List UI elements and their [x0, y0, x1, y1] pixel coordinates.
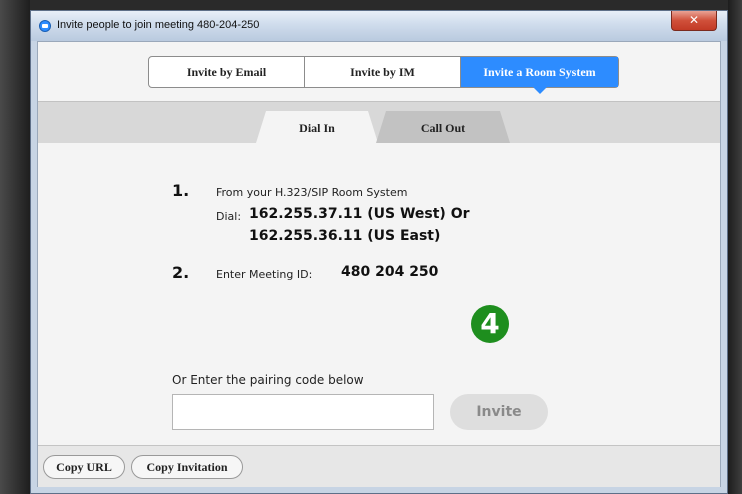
sub-tab-bar: Dial In Call Out: [38, 101, 720, 143]
step-2-text: Enter Meeting ID:: [216, 268, 313, 281]
step-2-number: 2.: [172, 263, 190, 282]
dial-number-us-east: 162.255.36.11 (US East): [249, 228, 441, 244]
zoom-app-icon: [39, 20, 51, 32]
footer-bar: Copy URL Copy Invitation: [38, 445, 720, 487]
window-title: Invite people to join meeting 480-204-25…: [57, 19, 260, 31]
invite-button[interactable]: Invite: [450, 394, 548, 430]
close-button[interactable]: ✕: [671, 11, 717, 31]
invite-method-tabs: Invite by Email Invite by IM Invite a Ro…: [148, 56, 619, 94]
meeting-id: 480 204 250: [341, 264, 439, 280]
dialog-content: Invite by Email Invite by IM Invite a Ro…: [37, 41, 721, 487]
copy-invitation-button[interactable]: Copy Invitation: [131, 455, 243, 479]
desktop-background-left: [0, 0, 30, 494]
tab-dial-in[interactable]: Dial In: [256, 111, 378, 143]
tab-call-out[interactable]: Call Out: [376, 111, 510, 143]
tab-invite-by-im[interactable]: Invite by IM: [304, 57, 460, 87]
tab-invite-a-room-system[interactable]: Invite a Room System: [460, 57, 618, 94]
dial-label: Dial:: [216, 210, 242, 223]
tab-invite-by-email[interactable]: Invite by Email: [149, 57, 304, 87]
step-1-text: From your H.323/SIP Room System: [216, 186, 408, 199]
copy-url-button[interactable]: Copy URL: [43, 455, 125, 479]
dial-number-us-west: 162.255.37.11 (US West) Or: [249, 206, 470, 222]
pairing-code-input[interactable]: [172, 394, 434, 430]
step-1-number: 1.: [172, 181, 190, 200]
desktop-background-right: [728, 0, 742, 494]
invite-dialog-window: Invite people to join meeting 480-204-25…: [30, 10, 728, 494]
title-bar[interactable]: Invite people to join meeting 480-204-25…: [31, 11, 727, 41]
annotation-number-badge: 4: [471, 305, 509, 343]
pairing-code-label: Or Enter the pairing code below: [172, 373, 364, 387]
